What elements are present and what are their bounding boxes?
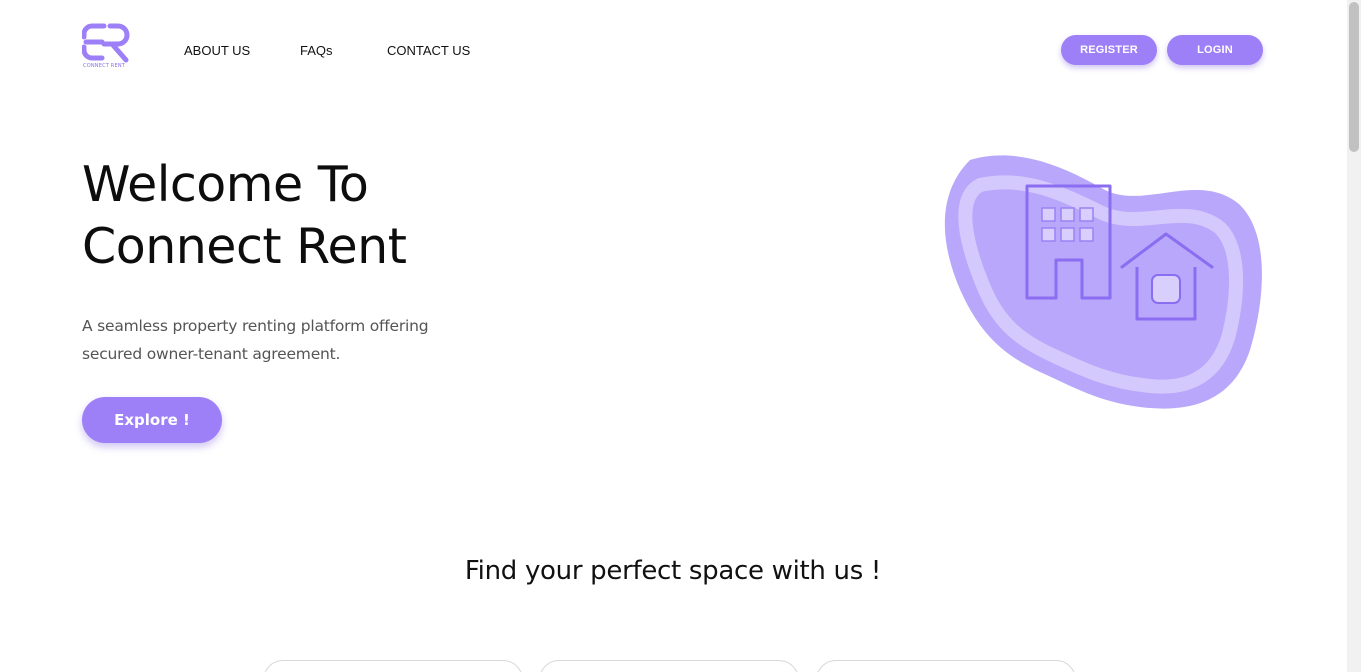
login-button[interactable]: LOGIN (1167, 35, 1263, 65)
connect-rent-logo[interactable]: CONNECT RENT (82, 22, 132, 72)
section-title: Find your perfect space with us ! (464, 556, 882, 586)
nav-link-about-us[interactable]: ABOUT US (184, 43, 250, 58)
page-scrollbar[interactable] (1347, 0, 1361, 672)
logo-text: CONNECT RENT (83, 63, 126, 69)
scrollbar-thumb[interactable] (1349, 2, 1359, 152)
category-card[interactable] (263, 660, 523, 672)
nav-link-faqs[interactable]: FAQs (300, 43, 333, 58)
hero-title: Welcome To Connect Rent (82, 154, 582, 278)
hero-title-line-1: Welcome To (82, 156, 369, 213)
hero-title-line-2: Connect Rent (82, 218, 407, 275)
explore-button[interactable]: Explore ! (82, 397, 222, 443)
category-card[interactable] (816, 660, 1076, 672)
logo-mark-icon (82, 23, 130, 63)
hero-illustration (930, 150, 1270, 420)
page: CONNECT RENT ABOUT US FAQs CONTACT US RE… (0, 0, 1361, 672)
hero-description: A seamless property renting platform off… (82, 317, 429, 363)
nav-link-contact-us[interactable]: CONTACT US (387, 43, 470, 58)
register-button[interactable]: REGISTER (1061, 35, 1157, 65)
category-card[interactable] (539, 660, 799, 672)
